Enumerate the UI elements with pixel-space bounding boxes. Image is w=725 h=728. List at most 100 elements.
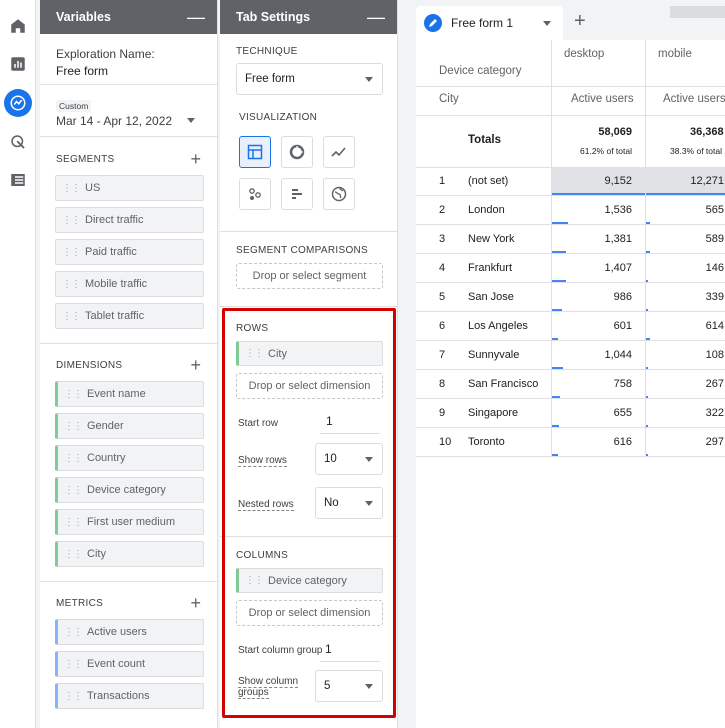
row-city: (not set)	[468, 175, 509, 187]
chevron-down-icon[interactable]	[543, 21, 551, 26]
row-mobile-value: 339	[705, 291, 724, 303]
drag-handle-icon[interactable]: ⋮⋮	[64, 485, 83, 496]
row-mobile-value: 322	[705, 407, 724, 419]
row-mobile-value: 589	[705, 233, 724, 245]
advertising-icon[interactable]	[4, 128, 32, 156]
toolbar-placeholder	[670, 6, 725, 18]
edit-pencil-icon[interactable]	[424, 14, 442, 32]
table-row[interactable]: 9 Singapore 655 322	[416, 399, 725, 428]
free-form-table: Device category desktop mobile City Acti…	[416, 40, 725, 728]
add-tab-icon[interactable]: +	[574, 10, 586, 33]
segment-chip-us[interactable]: ⋮⋮ US	[55, 175, 204, 201]
add-dimension-icon[interactable]: +	[190, 356, 201, 374]
row-header-city: City	[439, 93, 459, 105]
drag-handle-icon[interactable]: ⋮⋮	[64, 453, 83, 464]
table-row[interactable]: 5 San Jose 986 339	[416, 283, 725, 312]
tab-bar: Free form 1 +	[416, 6, 725, 40]
segment-chip-tablet-traffic[interactable]: ⋮⋮ Tablet traffic	[55, 303, 204, 329]
row-desktop-value: 616	[613, 436, 632, 448]
dimension-chip-event-name[interactable]: ⋮⋮ Event name	[55, 381, 204, 407]
totals-label: Totals	[468, 134, 502, 146]
drag-handle-icon[interactable]: ⋮⋮	[64, 691, 83, 702]
bar-viz-button[interactable]	[281, 178, 313, 210]
metric-header-desktop[interactable]: Active users	[571, 93, 634, 105]
dimension-chip-city[interactable]: ⋮⋮ City	[55, 541, 204, 567]
donut-viz-button[interactable]	[281, 136, 313, 168]
dimension-chip-country[interactable]: ⋮⋮ Country	[55, 445, 204, 471]
configure-icon[interactable]	[4, 166, 32, 194]
dimension-chip-label: Event name	[87, 388, 146, 400]
drag-handle-icon[interactable]: ⋮⋮	[62, 311, 81, 322]
variables-panel: Variables — Exploration Name: Free form …	[40, 0, 218, 728]
drag-handle-icon[interactable]: ⋮⋮	[64, 627, 83, 638]
column-header-desktop[interactable]: desktop	[564, 48, 604, 60]
drag-handle-icon[interactable]: ⋮⋮	[64, 421, 83, 432]
row-city: Frankfurt	[468, 262, 513, 274]
row-number: 9	[439, 407, 446, 419]
drag-handle-icon[interactable]: ⋮⋮	[64, 517, 83, 528]
drag-handle-icon[interactable]: ⋮⋮	[62, 279, 81, 290]
home-icon[interactable]	[4, 12, 32, 40]
globe-icon	[331, 186, 347, 202]
row-desktop-value: 655	[613, 407, 632, 419]
table-row[interactable]: 10 Toronto 616 297	[416, 428, 725, 457]
line-viz-button[interactable]	[323, 136, 355, 168]
exploration-name-input[interactable]: Free form	[56, 64, 108, 78]
segment-chip-direct-traffic[interactable]: ⋮⋮ Direct traffic	[55, 207, 204, 233]
table-row[interactable]: 1 (not set) 9,152 12,271	[416, 167, 725, 196]
dimension-chip-device-category[interactable]: ⋮⋮ Device category	[55, 477, 204, 503]
add-segment-icon[interactable]: +	[190, 150, 201, 168]
metric-chip-active-users[interactable]: ⋮⋮ Active users	[55, 619, 204, 645]
drag-handle-icon[interactable]: ⋮⋮	[62, 183, 81, 194]
segment-chip-label: Tablet traffic	[85, 310, 145, 322]
dimension-chip-gender[interactable]: ⋮⋮ Gender	[55, 413, 204, 439]
segment-chip-paid-traffic[interactable]: ⋮⋮ Paid traffic	[55, 239, 204, 265]
column-header-mobile[interactable]: mobile	[658, 48, 692, 60]
table-row[interactable]: 7 Sunnyvale 1,044 108	[416, 341, 725, 370]
total-desktop-percent: 61.2% of total	[580, 146, 632, 156]
table-row[interactable]: 4 Frankfurt 1,407 146	[416, 254, 725, 283]
technique-select[interactable]: Free form	[236, 63, 383, 95]
chevron-down-icon	[365, 77, 373, 82]
reports-icon[interactable]	[4, 50, 32, 78]
add-metric-icon[interactable]: +	[190, 594, 201, 612]
row-mobile-value: 614	[705, 320, 724, 332]
row-number: 3	[439, 233, 446, 245]
drag-handle-icon[interactable]: ⋮⋮	[64, 659, 83, 670]
drag-handle-icon[interactable]: ⋮⋮	[62, 215, 81, 226]
row-number: 10	[439, 436, 452, 448]
metric-chip-event-count[interactable]: ⋮⋮ Event count	[55, 651, 204, 677]
row-desktop-value: 1,536	[604, 204, 632, 216]
variables-title: Variables	[56, 10, 111, 24]
table-viz-button[interactable]	[239, 136, 271, 168]
row-city: Sunnyvale	[468, 349, 520, 361]
dimension-chip-label: Country	[87, 452, 126, 464]
line-chart-icon	[331, 147, 346, 157]
segment-chip-mobile-traffic[interactable]: ⋮⋮ Mobile traffic	[55, 271, 204, 297]
date-range-picker[interactable]: Custom Mar 14 - Apr 12, 2022	[40, 85, 217, 137]
table-row[interactable]: 3 New York 1,381 589	[416, 225, 725, 254]
collapse-icon[interactable]: —	[367, 8, 385, 26]
bar-chart-icon	[292, 189, 302, 199]
row-mobile-value: 267	[705, 378, 724, 390]
drag-handle-icon[interactable]: ⋮⋮	[62, 247, 81, 258]
table-row[interactable]: 6 Los Angeles 601 614	[416, 312, 725, 341]
metric-header-mobile[interactable]: Active users	[663, 93, 725, 105]
metric-chip-transactions[interactable]: ⋮⋮ Transactions	[55, 683, 204, 709]
geo-viz-button[interactable]	[323, 178, 355, 210]
row-number: 6	[439, 320, 446, 332]
drag-handle-icon[interactable]: ⋮⋮	[64, 549, 83, 560]
collapse-icon[interactable]: —	[187, 8, 205, 26]
dimension-chip-first-user-medium[interactable]: ⋮⋮ First user medium	[55, 509, 204, 535]
explore-icon[interactable]	[4, 89, 32, 117]
row-mobile-value: 12,271	[690, 175, 724, 187]
table-row[interactable]: 2 London 1,536 565	[416, 196, 725, 225]
segment-drop-zone[interactable]: Drop or select segment	[236, 263, 383, 289]
table-row[interactable]: 8 San Francisco 758 267	[416, 370, 725, 399]
scatter-viz-button[interactable]	[239, 178, 271, 210]
total-desktop: 58,069	[598, 126, 632, 138]
row-city: San Jose	[468, 291, 514, 303]
drag-handle-icon[interactable]: ⋮⋮	[64, 389, 83, 400]
segments-section: SEGMENTS + ⋮⋮ US ⋮⋮ Direct traffic ⋮⋮ Paid tr…	[40, 137, 217, 344]
tab-free-form-1[interactable]: Free form 1	[416, 6, 563, 40]
